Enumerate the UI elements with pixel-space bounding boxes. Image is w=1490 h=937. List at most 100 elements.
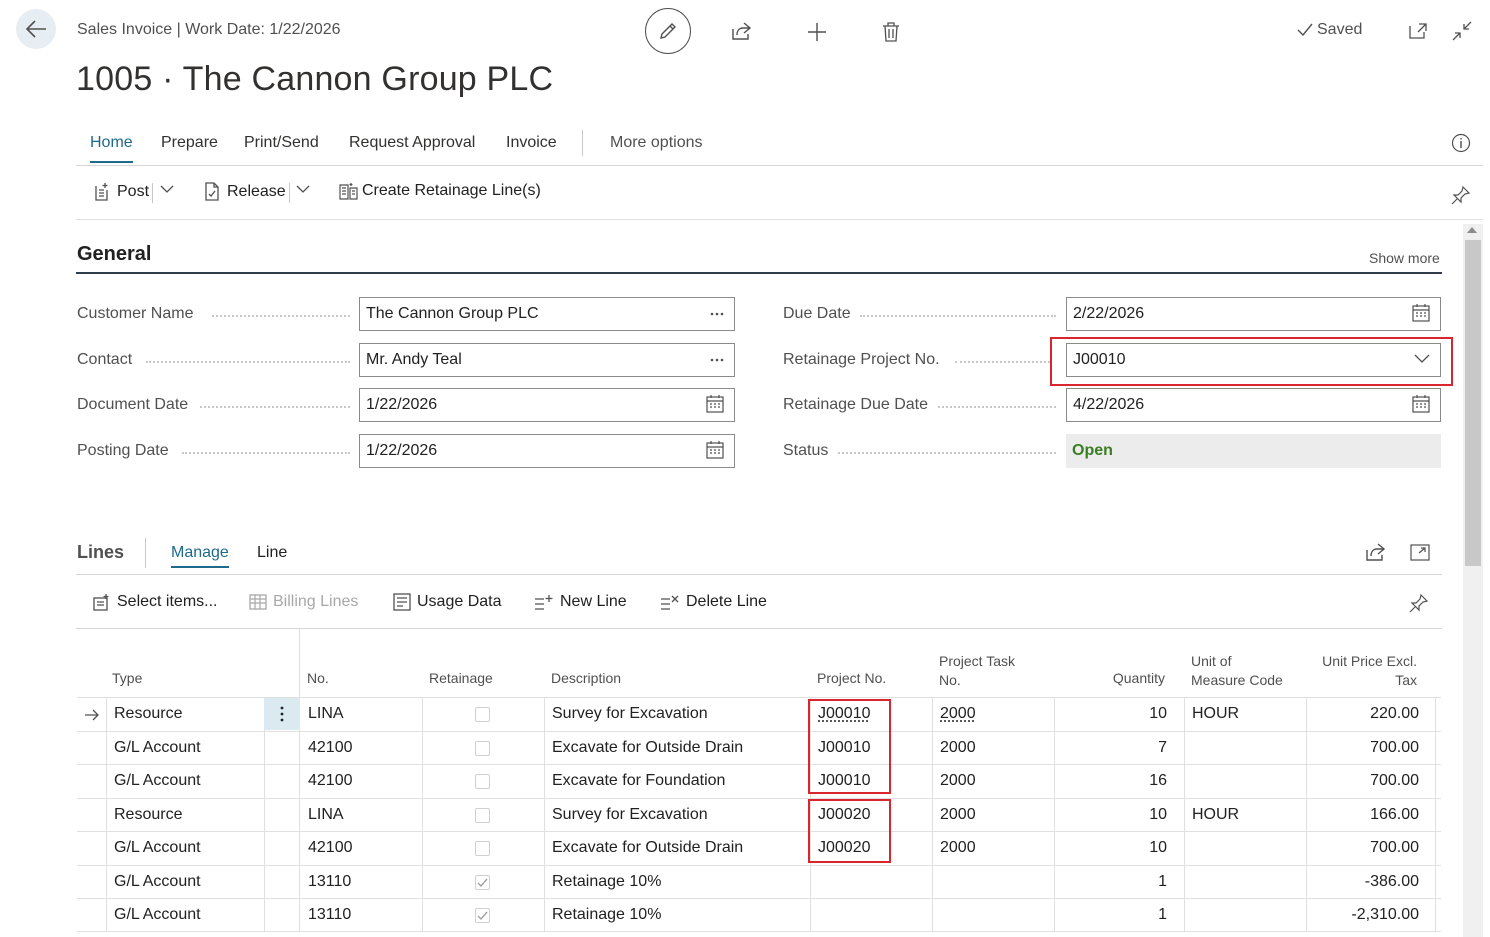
cell-uom[interactable]: HOUR — [1192, 806, 1239, 824]
retainage-due-date-picker[interactable] — [1412, 395, 1430, 413]
cell-type[interactable]: G/L Account — [114, 739, 201, 757]
tab-prepare[interactable]: Prepare — [161, 134, 218, 152]
tab-invoice[interactable]: Invoice — [506, 134, 557, 152]
open-new-window-button[interactable] — [1405, 18, 1431, 44]
cell-no[interactable]: 13110 — [308, 873, 351, 891]
general-section-title[interactable]: General — [77, 243, 151, 266]
share-button[interactable] — [728, 18, 756, 44]
cell-project-task-no[interactable]: 2000 — [940, 705, 976, 723]
cell-unit-price[interactable]: -2,310.00 — [1307, 906, 1419, 924]
due-date-field[interactable]: 2/22/2026 — [1066, 297, 1441, 331]
select-items-button[interactable]: Select items... — [93, 593, 217, 611]
table-row[interactable]: Resource LINA Survey for Excavation J000… — [77, 697, 1441, 731]
posting-date-picker[interactable] — [706, 441, 724, 459]
contact-field[interactable]: Mr. Andy Teal — [359, 343, 735, 377]
document-date-field[interactable]: 1/22/2026 — [359, 388, 735, 422]
lines-tab-manage[interactable]: Manage — [171, 544, 229, 568]
delete-line-button[interactable]: Delete Line — [660, 593, 767, 611]
cell-description[interactable]: Excavate for Foundation — [552, 772, 725, 790]
cell-quantity[interactable]: 10 — [1077, 806, 1167, 824]
cell-type[interactable]: G/L Account — [114, 906, 201, 924]
cell-uom[interactable]: HOUR — [1192, 705, 1239, 723]
delete-button[interactable] — [877, 18, 905, 46]
cell-description[interactable]: Excavate for Outside Drain — [552, 739, 743, 757]
cell-quantity[interactable]: 10 — [1077, 839, 1167, 857]
cell-quantity[interactable]: 1 — [1077, 873, 1167, 891]
cell-retainage-checkbox[interactable] — [475, 774, 490, 789]
cell-type[interactable]: G/L Account — [114, 772, 201, 790]
cell-project-task-no[interactable]: 2000 — [940, 739, 976, 757]
cell-project-task-no[interactable]: 2000 — [940, 839, 976, 857]
column-header-project-task-no[interactable]: Project Task No. — [939, 652, 1015, 690]
column-header-unit-of-measure[interactable]: Unit of Measure Code — [1191, 652, 1283, 690]
column-header-retainage[interactable]: Retainage — [429, 669, 493, 688]
retainage-due-date-field[interactable]: 4/22/2026 — [1066, 388, 1441, 422]
pin-lines-actions-button[interactable] — [1407, 591, 1431, 615]
cell-project-task-no[interactable]: 2000 — [940, 806, 976, 824]
scrollbar-thumb[interactable] — [1465, 240, 1481, 566]
pin-action-bar-button[interactable] — [1449, 183, 1473, 207]
column-header-no[interactable]: No. — [307, 669, 329, 688]
cell-no[interactable]: 42100 — [308, 772, 353, 790]
table-row[interactable]: G/L Account 13110 Retainage 10% 1 -2,310… — [77, 898, 1441, 932]
edit-button[interactable] — [645, 8, 691, 54]
new-button[interactable] — [803, 18, 831, 46]
billing-lines-button[interactable]: Billing Lines — [249, 593, 358, 611]
column-header-unit-price[interactable]: Unit Price Excl. Tax — [1307, 652, 1417, 690]
cell-retainage-checkbox[interactable] — [475, 841, 490, 856]
column-header-type[interactable]: Type — [112, 669, 142, 688]
cell-no[interactable]: 42100 — [308, 739, 353, 757]
usage-data-button[interactable]: Usage Data — [393, 593, 502, 611]
cell-no[interactable]: 13110 — [308, 906, 351, 924]
table-row[interactable]: G/L Account 42100 Excavate for Foundatio… — [77, 764, 1441, 798]
cell-unit-price[interactable]: 700.00 — [1307, 772, 1419, 790]
post-button[interactable]: Post — [94, 182, 149, 201]
cell-unit-price[interactable]: 220.00 — [1307, 705, 1419, 723]
cell-no[interactable]: 42100 — [308, 839, 353, 857]
cell-description[interactable]: Survey for Excavation — [552, 705, 708, 723]
customer-name-lookup[interactable] — [710, 302, 724, 322]
cell-quantity[interactable]: 10 — [1077, 705, 1167, 723]
lines-section-title[interactable]: Lines — [77, 542, 124, 563]
post-dropdown[interactable] — [160, 184, 174, 194]
cell-unit-price[interactable]: 700.00 — [1307, 839, 1419, 857]
tab-home[interactable]: Home — [90, 134, 133, 163]
new-line-button[interactable]: New Line — [534, 593, 627, 611]
cell-quantity[interactable]: 7 — [1077, 739, 1167, 757]
cell-retainage-checkbox[interactable] — [475, 707, 490, 722]
column-header-quantity[interactable]: Quantity — [1077, 669, 1165, 688]
lines-tab-line[interactable]: Line — [257, 544, 287, 562]
cell-retainage-checkbox[interactable] — [475, 807, 490, 823]
customer-name-field[interactable]: The Cannon Group PLC — [359, 297, 735, 331]
tab-more-options[interactable]: More options — [610, 134, 703, 152]
cell-description[interactable]: Retainage 10% — [552, 873, 661, 891]
cell-type[interactable]: G/L Account — [114, 839, 201, 857]
tab-request-approval[interactable]: Request Approval — [349, 134, 475, 152]
cell-type[interactable]: G/L Account — [114, 873, 201, 891]
lines-share-button[interactable] — [1363, 540, 1389, 564]
table-row[interactable]: G/L Account 42100 Excavate for Outside D… — [77, 730, 1441, 765]
posting-date-field[interactable]: 1/22/2026 — [359, 434, 735, 468]
due-date-picker[interactable] — [1412, 304, 1430, 322]
lines-expand-button[interactable] — [1407, 540, 1433, 564]
tab-print-send[interactable]: Print/Send — [244, 134, 319, 152]
cell-retainage-checkbox[interactable] — [475, 740, 490, 756]
cell-description[interactable]: Survey for Excavation — [552, 806, 708, 824]
cell-description[interactable]: Retainage 10% — [552, 906, 661, 924]
cell-type[interactable]: Resource — [114, 705, 182, 723]
column-header-description[interactable]: Description — [551, 669, 621, 688]
cell-description[interactable]: Excavate for Outside Drain — [552, 839, 743, 857]
row-actions-button[interactable] — [264, 698, 300, 730]
cell-quantity[interactable]: 1 — [1077, 906, 1167, 924]
cell-unit-price[interactable]: 166.00 — [1307, 806, 1419, 824]
contact-lookup[interactable] — [710, 348, 724, 368]
back-button[interactable] — [16, 9, 56, 49]
release-dropdown[interactable] — [296, 184, 310, 194]
document-date-picker[interactable] — [706, 395, 724, 413]
scroll-up-icon[interactable] — [1467, 227, 1477, 233]
cell-project-task-no[interactable]: 2000 — [940, 772, 976, 790]
table-row[interactable]: G/L Account 13110 Retainage 10% 1 -386.0… — [77, 864, 1441, 899]
cell-type[interactable]: Resource — [114, 806, 182, 824]
cell-no[interactable]: LINA — [308, 806, 344, 824]
cell-quantity[interactable]: 16 — [1077, 772, 1167, 790]
